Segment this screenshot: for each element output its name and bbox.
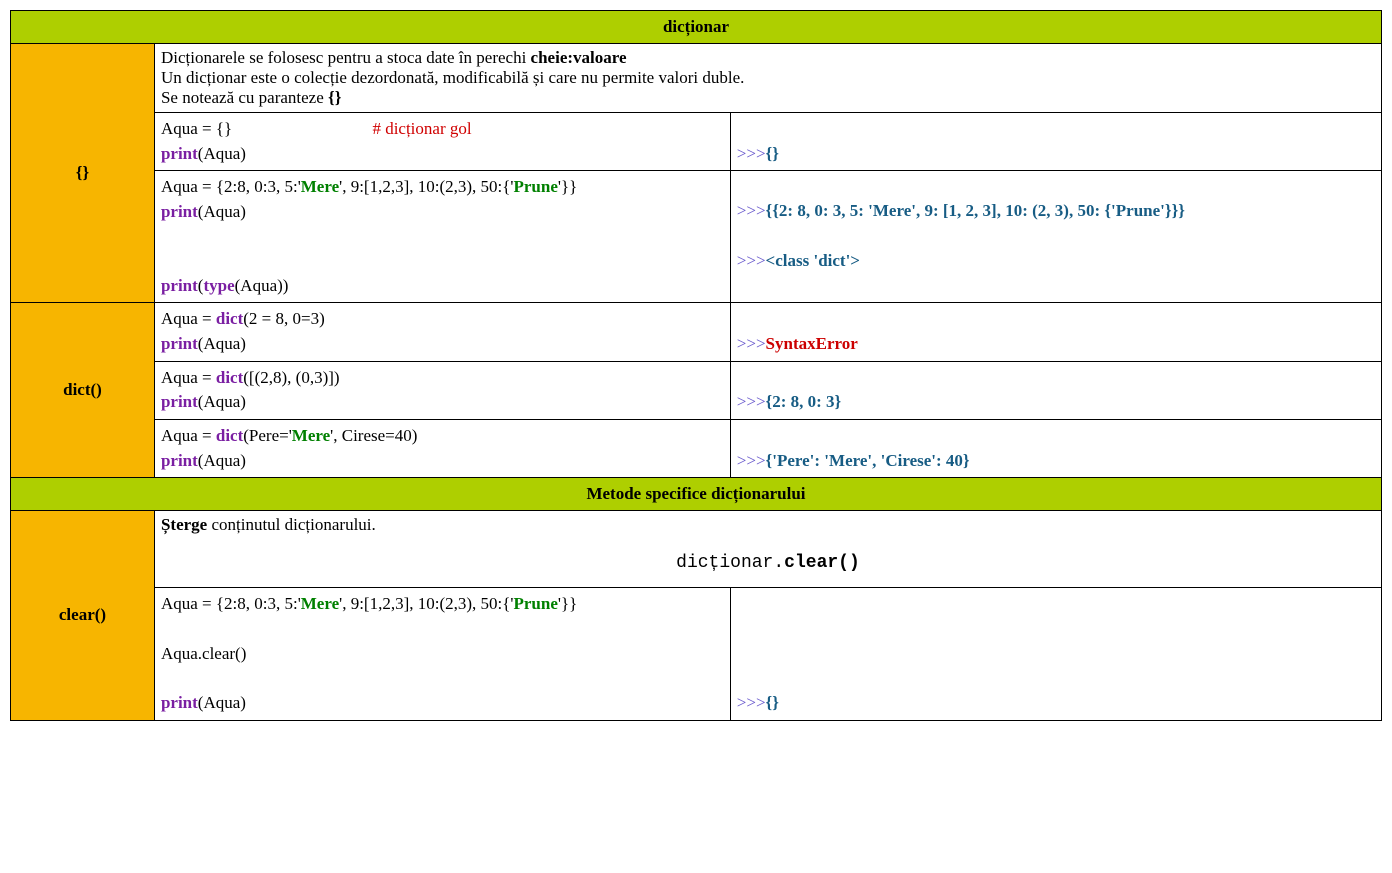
dict-example-3-code: Aqua = dict(Pere='Mere', Cirese=40) prin… (154, 420, 730, 478)
row-label-dict: dict() (11, 303, 155, 478)
braces-example-2-code: Aqua = {2:8, 0:3, 5:'Mere', 9:[1,2,3], 1… (154, 171, 730, 303)
section-header-methods: Metode specifice dicționarului (11, 478, 1382, 511)
clear-example-output: >>>{} (730, 588, 1381, 720)
row-label-clear: clear() (11, 511, 155, 720)
dict-example-1-code: Aqua = dict(2 = 8, 0=3) print(Aqua) (154, 303, 730, 361)
dict-example-1-output: >>>SyntaxError (730, 303, 1381, 361)
section-header-dictionar: dicționar (11, 11, 1382, 44)
dict-example-3-output: >>>{'Pere': 'Mere', 'Cirese': 40} (730, 420, 1381, 478)
row-label-braces: {} (11, 44, 155, 303)
clear-description: Șterge conținutul dicționarului. dicțion… (154, 511, 1381, 588)
braces-example-1-code: Aqua = {} # dicționar gol print(Aqua) (154, 113, 730, 171)
dict-reference-table: dicționar {} Dicționarele se folosesc pe… (10, 10, 1382, 721)
dict-example-2-code: Aqua = dict([(2,8), (0,3)]) print(Aqua) (154, 361, 730, 419)
braces-description: Dicționarele se folosesc pentru a stoca … (154, 44, 1381, 113)
braces-example-1-output: >>>{} (730, 113, 1381, 171)
clear-example-code: Aqua = {2:8, 0:3, 5:'Mere', 9:[1,2,3], 1… (154, 588, 730, 720)
dict-example-2-output: >>>{2: 8, 0: 3} (730, 361, 1381, 419)
braces-example-2-output: >>>{{2: 8, 0: 3, 5: 'Mere', 9: [1, 2, 3]… (730, 171, 1381, 303)
